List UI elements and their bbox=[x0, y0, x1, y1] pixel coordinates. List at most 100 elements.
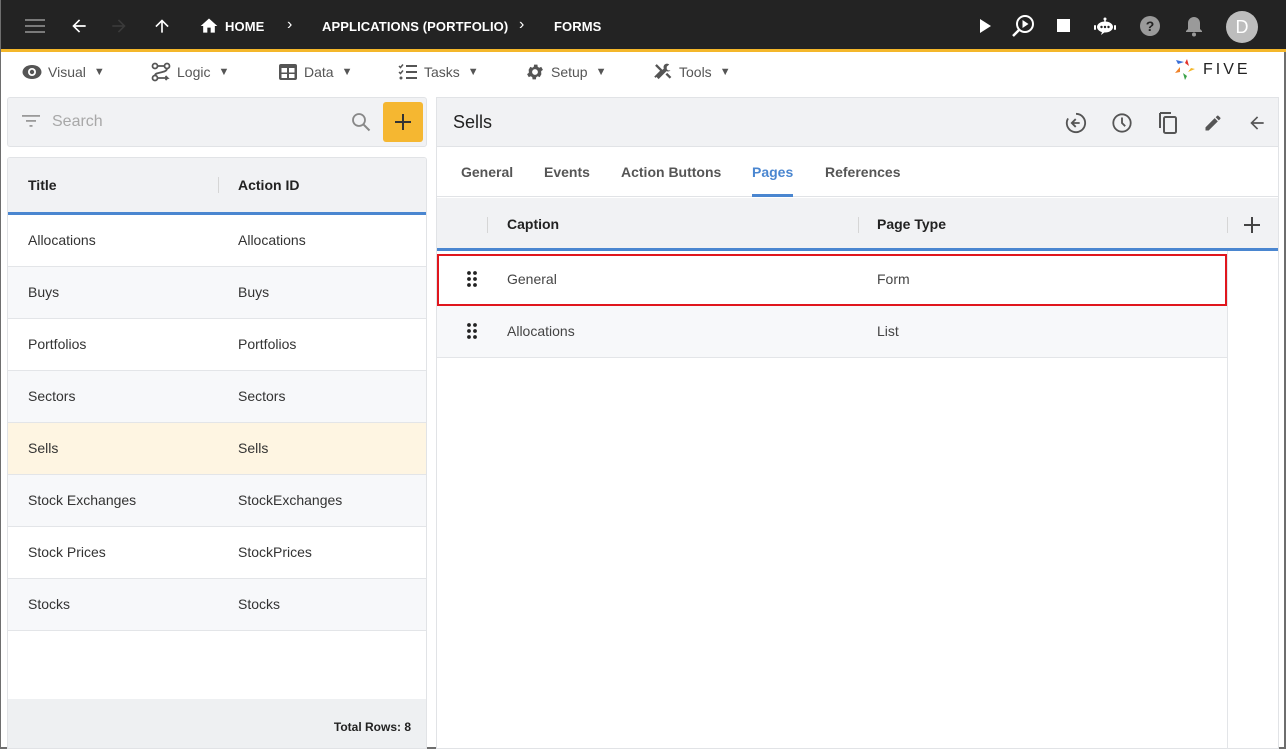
add-page-button[interactable] bbox=[1243, 216, 1261, 234]
run-button[interactable] bbox=[973, 14, 997, 38]
column-divider[interactable] bbox=[218, 177, 219, 193]
list-row[interactable]: Sectors Sectors bbox=[8, 371, 426, 423]
five-logo-icon bbox=[1175, 59, 1195, 80]
avatar[interactable]: D bbox=[1226, 11, 1258, 43]
search-icon[interactable] bbox=[351, 112, 371, 132]
stop-button[interactable] bbox=[1052, 14, 1076, 38]
filter-icon[interactable] bbox=[22, 114, 40, 128]
grid-row[interactable]: General Form bbox=[437, 254, 1227, 306]
list-header: Title Action ID bbox=[8, 158, 426, 215]
menu-tools-label: Tools bbox=[679, 64, 712, 80]
row-action-id: Buys bbox=[238, 284, 270, 300]
menu-logic[interactable]: Logic ▼ bbox=[151, 62, 229, 82]
column-header-page-type[interactable]: Page Type bbox=[877, 216, 946, 232]
list-row[interactable]: Sells Sells bbox=[8, 423, 426, 475]
list-row[interactable]: Portfolios Portfolios bbox=[8, 319, 426, 371]
cell-caption: Allocations bbox=[507, 323, 575, 339]
menu-data-label: Data bbox=[304, 64, 334, 80]
caret-down-icon: ▼ bbox=[341, 66, 353, 78]
five-logo: FIVE bbox=[1173, 57, 1265, 83]
grid-divider bbox=[1227, 251, 1228, 749]
column-divider[interactable] bbox=[858, 217, 859, 233]
robot-chat-icon bbox=[1094, 17, 1116, 35]
menu-visual-label: Visual bbox=[48, 64, 86, 80]
menu-tools[interactable]: Tools ▼ bbox=[653, 62, 731, 82]
tools-icon bbox=[654, 63, 672, 80]
copy-icon bbox=[1159, 112, 1177, 134]
menu-visual[interactable]: Visual ▼ bbox=[22, 62, 105, 82]
cell-page-type: Form bbox=[877, 271, 910, 287]
menu-data[interactable]: Data ▼ bbox=[278, 62, 352, 82]
home-icon bbox=[200, 18, 218, 33]
breadcrumb-applications[interactable]: APPLICATIONS (PORTFOLIO) bbox=[322, 19, 508, 34]
arrow-up-icon bbox=[155, 19, 169, 33]
menu-bar: Visual ▼ Logic ▼ Data ▼ Tasks ▼ Setup ▼ … bbox=[1, 55, 1286, 89]
menu-logic-label: Logic bbox=[177, 64, 211, 80]
breadcrumb-home[interactable]: HOME bbox=[225, 19, 264, 34]
notifications-button[interactable] bbox=[1182, 14, 1206, 38]
detail-panel: Sells General Events Action Buttons Page… bbox=[436, 97, 1279, 749]
copy-button[interactable] bbox=[1156, 111, 1180, 135]
row-title: Stock Prices bbox=[28, 544, 106, 560]
menu-tasks[interactable]: Tasks ▼ bbox=[398, 62, 479, 82]
edit-button[interactable] bbox=[1201, 111, 1225, 135]
clock-icon bbox=[1112, 113, 1132, 133]
list-row[interactable]: Allocations Allocations bbox=[8, 215, 426, 267]
home-button[interactable] bbox=[197, 14, 221, 38]
drag-handle-icon[interactable] bbox=[467, 323, 477, 339]
column-header-title[interactable]: Title bbox=[28, 177, 57, 193]
detail-tabs: General Events Action Buttons Pages Refe… bbox=[437, 147, 1278, 197]
caret-down-icon: ▼ bbox=[719, 66, 731, 78]
tab-references[interactable]: References bbox=[825, 164, 901, 180]
svg-text:?: ? bbox=[1146, 18, 1155, 34]
list-row[interactable]: Stock Prices StockPrices bbox=[8, 527, 426, 579]
logo-text: FIVE bbox=[1203, 61, 1251, 78]
list-row[interactable]: Buys Buys bbox=[8, 267, 426, 319]
column-header-caption[interactable]: Caption bbox=[507, 216, 559, 232]
row-action-id: Portfolios bbox=[238, 336, 297, 352]
tab-action-buttons[interactable]: Action Buttons bbox=[621, 164, 721, 180]
close-detail-button[interactable] bbox=[1245, 111, 1269, 135]
pencil-icon bbox=[1205, 115, 1221, 131]
tab-pages[interactable]: Pages bbox=[752, 164, 793, 180]
tab-general[interactable]: General bbox=[461, 164, 513, 180]
menu-setup[interactable]: Setup ▼ bbox=[525, 62, 606, 82]
column-header-action-id[interactable]: Action ID bbox=[238, 177, 299, 193]
arrow-right-icon bbox=[112, 19, 126, 33]
debug-run-button[interactable] bbox=[1011, 14, 1035, 38]
logic-flow-icon bbox=[151, 62, 171, 82]
search-input[interactable] bbox=[52, 110, 342, 134]
column-divider[interactable] bbox=[1227, 217, 1228, 233]
up-button[interactable] bbox=[150, 14, 174, 38]
back-button[interactable] bbox=[67, 14, 91, 38]
help-icon: ? bbox=[1140, 16, 1160, 36]
top-bar: HOME › APPLICATIONS (PORTFOLIO) › FORMS … bbox=[1, 0, 1286, 52]
menu-button[interactable] bbox=[23, 14, 47, 38]
table-icon bbox=[279, 64, 297, 80]
menu-tasks-label: Tasks bbox=[424, 64, 460, 80]
circle-arrow-left-icon bbox=[1065, 112, 1087, 134]
add-button[interactable] bbox=[383, 102, 423, 142]
list-row[interactable]: Stocks Stocks bbox=[8, 579, 426, 631]
forward-button[interactable] bbox=[107, 14, 131, 38]
column-divider[interactable] bbox=[426, 177, 427, 193]
row-action-id: Allocations bbox=[238, 232, 306, 248]
breadcrumb-forms[interactable]: FORMS bbox=[554, 19, 601, 34]
help-button[interactable]: ? bbox=[1138, 14, 1162, 38]
actions-button[interactable] bbox=[1064, 111, 1088, 135]
play-icon bbox=[980, 19, 991, 33]
drag-handle-icon[interactable] bbox=[467, 271, 477, 287]
grid-row[interactable]: Allocations List bbox=[437, 306, 1227, 358]
list-row[interactable]: Stock Exchanges StockExchanges bbox=[8, 475, 426, 527]
total-rows: Total Rows: 8 bbox=[333, 720, 411, 734]
caret-down-icon: ▼ bbox=[93, 66, 105, 78]
chat-assistant-button[interactable] bbox=[1093, 14, 1117, 38]
history-button[interactable] bbox=[1110, 111, 1134, 135]
checklist-icon bbox=[398, 64, 417, 80]
plus-icon bbox=[1244, 217, 1260, 233]
row-title: Allocations bbox=[28, 232, 96, 248]
pages-grid-header: Caption Page Type bbox=[437, 198, 1278, 251]
menu-setup-label: Setup bbox=[551, 64, 588, 80]
column-divider[interactable] bbox=[487, 217, 488, 233]
tab-events[interactable]: Events bbox=[544, 164, 590, 180]
